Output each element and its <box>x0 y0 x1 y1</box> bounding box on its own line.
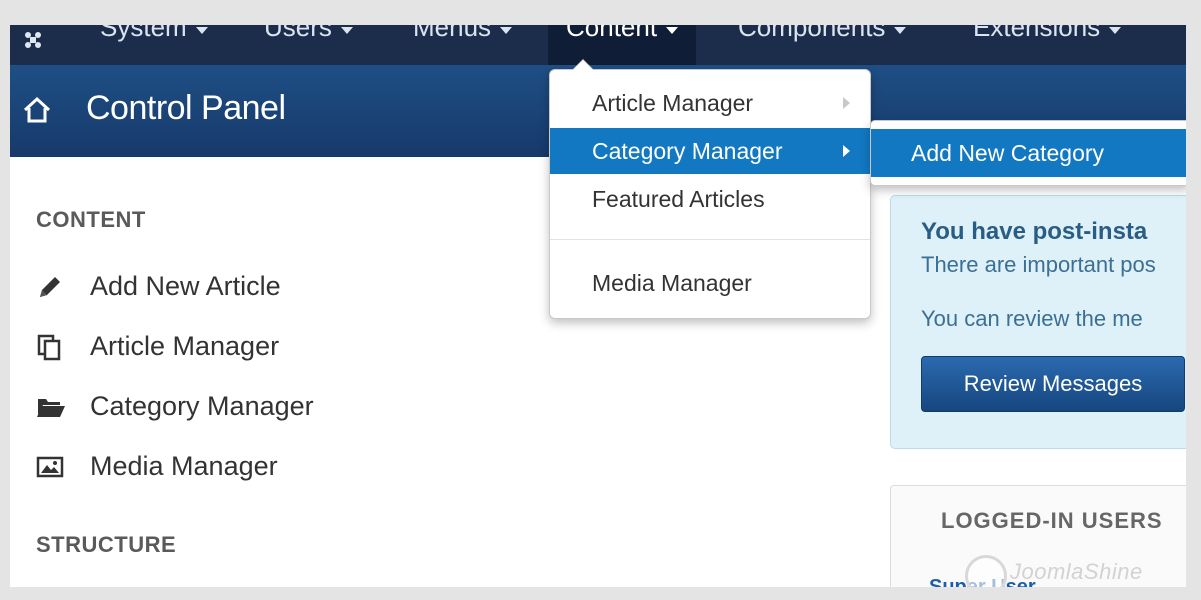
sidebar-heading-structure: STRUCTURE <box>36 532 177 557</box>
sidebar-item-label: Category Manager <box>90 391 314 421</box>
joomla-logo-icon[interactable] <box>22 29 44 51</box>
chevron-down-icon <box>500 27 513 34</box>
menu-item-article-manager[interactable]: Article Manager <box>550 80 870 126</box>
nav-content[interactable]: Content <box>548 25 697 65</box>
menu-item-category-manager[interactable]: Category Manager <box>550 128 870 174</box>
chevron-right-icon <box>843 97 850 109</box>
image-icon <box>36 456 64 478</box>
chevron-down-icon <box>340 27 353 34</box>
panel-heading: LOGGED-IN USERS <box>941 508 1163 533</box>
top-navbar: System Users Menus Content Components Ex… <box>10 25 1186 65</box>
menu-item-add-new-category[interactable]: Add New Category <box>871 129 1186 177</box>
page-title: Control Panel <box>86 89 286 127</box>
menu-item-media-manager[interactable]: Media Manager <box>550 260 870 306</box>
review-messages-button[interactable]: Review Messages <box>921 356 1185 412</box>
sidebar-item-label: Add New Article <box>90 271 281 301</box>
home-icon <box>22 95 52 125</box>
menu-item-featured-articles[interactable]: Featured Articles <box>550 176 870 222</box>
nav-extensions[interactable]: Extensions <box>965 25 1129 65</box>
nav-components[interactable]: Components <box>730 25 914 65</box>
menu-divider <box>550 239 870 240</box>
sidebar-item-label: Article Manager <box>90 331 280 361</box>
pencil-icon <box>40 277 60 297</box>
watermark: JoomlaShine <box>1010 559 1143 584</box>
chevron-down-icon <box>666 27 679 34</box>
nav-users[interactable]: Users <box>256 25 361 65</box>
content-dropdown-menu: Article Manager Category Manager Feature… <box>549 59 871 319</box>
chevron-down-icon <box>1109 27 1122 34</box>
copy-icon <box>37 334 61 361</box>
folder-open-icon <box>37 399 65 417</box>
sidebar-item-label: Media Manager <box>90 451 278 481</box>
post-install-alert: You have post-insta There are important … <box>890 195 1186 449</box>
category-submenu: Add New Category <box>870 120 1186 186</box>
sidebar-heading-content: CONTENT <box>36 207 146 232</box>
nav-menus[interactable]: Menus <box>405 25 520 65</box>
nav-system[interactable]: System <box>92 25 216 65</box>
chevron-down-icon <box>195 27 208 34</box>
chevron-right-icon <box>843 145 850 157</box>
alert-title: You have post-insta <box>921 218 1148 245</box>
chevron-down-icon <box>894 27 907 34</box>
alert-text: You can review the me <box>921 306 1143 331</box>
app-frame: System Users Menus Content Components Ex… <box>10 25 1186 587</box>
alert-text: There are important pos <box>921 252 1156 277</box>
